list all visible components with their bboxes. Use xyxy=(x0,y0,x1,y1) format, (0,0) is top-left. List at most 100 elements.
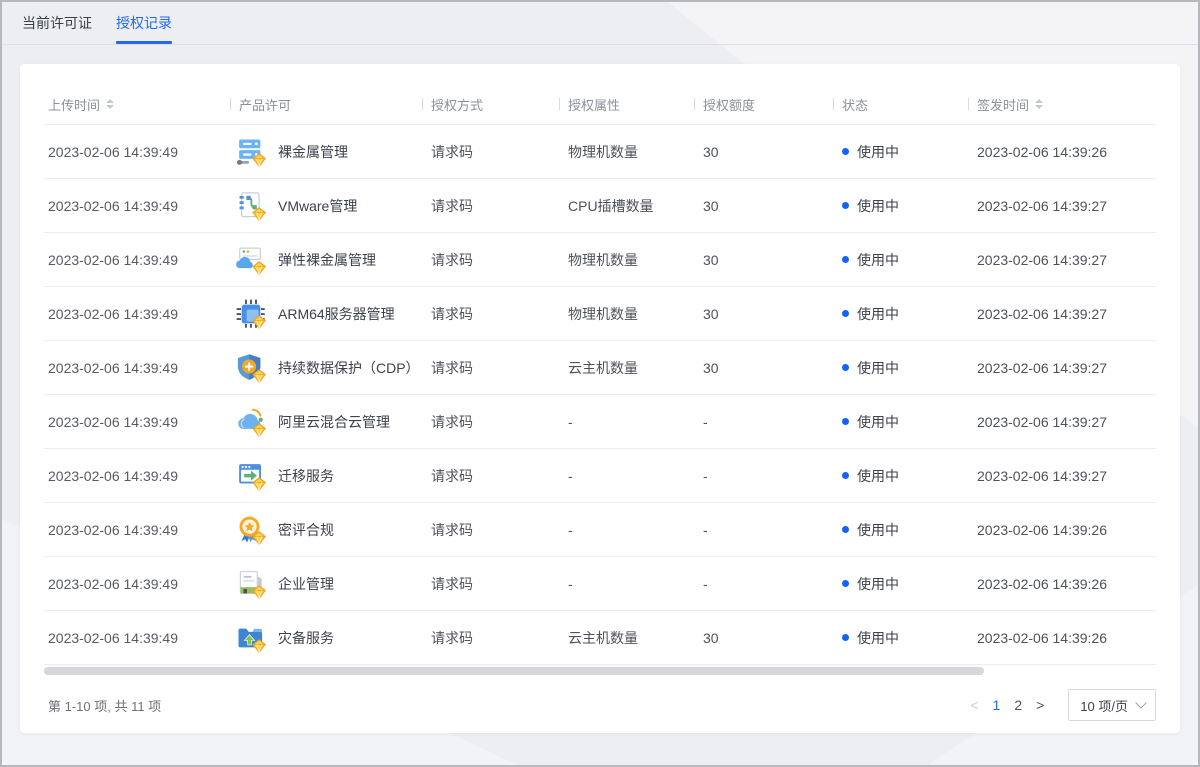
upload-time-cell: 2023-02-06 14:39:49 xyxy=(44,576,230,592)
auth-quota-cell: - xyxy=(694,576,833,592)
enterprise-management-icon xyxy=(236,569,266,599)
status-dot-icon xyxy=(842,148,849,155)
product-cell: 裸金属管理 xyxy=(230,137,422,167)
auth-attribute-cell: 云主机数量 xyxy=(559,358,694,378)
tab-authorization-records[interactable]: 授权记录 xyxy=(116,2,172,44)
status-label: 使用中 xyxy=(857,520,899,540)
migration-service-icon xyxy=(236,461,266,491)
status-cell: 使用中 xyxy=(833,250,968,270)
status-label: 使用中 xyxy=(857,574,899,594)
status-dot-icon xyxy=(842,472,849,479)
upload-time-cell: 2023-02-06 14:39:49 xyxy=(44,522,230,538)
status-label: 使用中 xyxy=(857,628,899,648)
upload-time-cell: 2023-02-06 14:39:49 xyxy=(44,630,230,646)
upload-time-cell: 2023-02-06 14:39:49 xyxy=(44,360,230,376)
auth-method-cell: 请求码 xyxy=(422,520,559,540)
product-name: 密评合规 xyxy=(278,520,334,540)
table-row: 2023-02-06 14:39:49ARM64服务器管理请求码物理机数量30使… xyxy=(44,287,1156,341)
product-cell: VMware管理 xyxy=(230,191,422,221)
hybrid-cloud-icon xyxy=(236,407,266,437)
vmware-management-icon xyxy=(236,191,266,221)
bare-metal-server-icon xyxy=(236,137,266,167)
status-cell: 使用中 xyxy=(833,412,968,432)
issue-time-cell: 2023-02-06 14:39:27 xyxy=(968,306,1156,322)
status-label: 使用中 xyxy=(857,466,899,486)
issue-time-cell: 2023-02-06 14:39:26 xyxy=(968,522,1156,538)
sort-icon[interactable] xyxy=(1035,99,1043,109)
upload-time-cell: 2023-02-06 14:39:49 xyxy=(44,252,230,268)
page-button-2[interactable]: 2 xyxy=(1014,697,1022,713)
status-dot-icon xyxy=(842,256,849,263)
upload-time-cell: 2023-02-06 14:39:49 xyxy=(44,414,230,430)
previous-page-button[interactable]: < xyxy=(970,698,978,712)
product-name: 灾备服务 xyxy=(278,628,334,648)
table-row: 2023-02-06 14:39:49持续数据保护（CDP）请求码云主机数量30… xyxy=(44,341,1156,395)
auth-method-cell: 请求码 xyxy=(422,466,559,486)
product-name: 阿里云混合云管理 xyxy=(278,412,390,432)
column-label: 授权额度 xyxy=(703,95,755,114)
product-cell: 持续数据保护（CDP） xyxy=(230,353,422,383)
auth-attribute-cell: 物理机数量 xyxy=(559,142,694,162)
product-cell: 弹性裸金属管理 xyxy=(230,245,422,275)
column-label: 签发时间 xyxy=(977,95,1029,114)
status-dot-icon xyxy=(842,634,849,641)
next-page-button[interactable]: > xyxy=(1036,698,1044,712)
column-header[interactable]: 签发时间 xyxy=(968,84,1156,124)
status-cell: 使用中 xyxy=(833,196,968,216)
arm64-server-chip-icon xyxy=(236,299,266,329)
gem-badge-icon xyxy=(253,261,265,273)
table-header: 上传时间产品许可 授权方式 授权属性 授权额度 状态 签发时间 xyxy=(44,84,1156,125)
table-row: 2023-02-06 14:39:49密评合规请求码--使用中2023-02-0… xyxy=(44,503,1156,557)
auth-quota-cell: 30 xyxy=(694,198,833,214)
column-label: 状态 xyxy=(842,95,868,114)
pager: < 12 > 10 项/页 xyxy=(970,689,1156,721)
column-header: 授权额度 xyxy=(694,84,833,124)
column-label: 授权属性 xyxy=(568,95,620,114)
status-label: 使用中 xyxy=(857,358,899,378)
pagination-pages: 12 xyxy=(993,697,1023,713)
status-label: 使用中 xyxy=(857,304,899,324)
upload-time-cell: 2023-02-06 14:39:49 xyxy=(44,198,230,214)
sort-icon[interactable] xyxy=(106,99,114,109)
tab-bar: 当前许可证授权记录 xyxy=(2,2,1198,45)
auth-attribute-cell: CPU插槽数量 xyxy=(559,196,694,216)
upload-time-cell: 2023-02-06 14:39:49 xyxy=(44,144,230,160)
issue-time-cell: 2023-02-06 14:39:26 xyxy=(968,576,1156,592)
issue-time-cell: 2023-02-06 14:39:27 xyxy=(968,468,1156,484)
table-row: 2023-02-06 14:39:49企业管理请求码--使用中2023-02-0… xyxy=(44,557,1156,611)
status-cell: 使用中 xyxy=(833,628,968,648)
product-cell: 阿里云混合云管理 xyxy=(230,407,422,437)
product-cell: 迁移服务 xyxy=(230,461,422,491)
auth-quota-cell: - xyxy=(694,414,833,430)
status-cell: 使用中 xyxy=(833,304,968,324)
issue-time-cell: 2023-02-06 14:39:26 xyxy=(968,630,1156,646)
status-label: 使用中 xyxy=(857,142,899,162)
column-header: 授权方式 xyxy=(422,84,559,124)
column-label: 产品许可 xyxy=(239,95,291,114)
table-row: 2023-02-06 14:39:49灾备服务请求码云主机数量30使用中2023… xyxy=(44,611,1156,665)
page-button-1[interactable]: 1 xyxy=(993,697,1001,713)
product-name: 迁移服务 xyxy=(278,466,334,486)
auth-attribute-cell: - xyxy=(559,414,694,430)
column-header: 授权属性 xyxy=(559,84,694,124)
status-cell: 使用中 xyxy=(833,574,968,594)
status-dot-icon xyxy=(842,580,849,587)
auth-attribute-cell: - xyxy=(559,522,694,538)
page-size-select[interactable]: 10 项/页 xyxy=(1068,689,1156,721)
auth-method-cell: 请求码 xyxy=(422,196,559,216)
scrollbar-thumb[interactable] xyxy=(44,667,984,675)
status-label: 使用中 xyxy=(857,196,899,216)
page-size-label: 10 项/页 xyxy=(1080,696,1128,715)
auth-quota-cell: 30 xyxy=(694,252,833,268)
status-dot-icon xyxy=(842,364,849,371)
status-cell: 使用中 xyxy=(833,466,968,486)
tab-current-license[interactable]: 当前许可证 xyxy=(22,2,92,44)
disaster-recovery-folder-icon xyxy=(236,623,266,653)
table-row: 2023-02-06 14:39:49裸金属管理请求码物理机数量30使用中202… xyxy=(44,125,1156,179)
column-header[interactable]: 上传时间 xyxy=(44,84,230,124)
status-dot-icon xyxy=(842,418,849,425)
product-cell: 灾备服务 xyxy=(230,623,422,653)
upload-time-cell: 2023-02-06 14:39:49 xyxy=(44,468,230,484)
crypto-compliance-medal-icon xyxy=(236,515,266,545)
column-label: 授权方式 xyxy=(431,95,483,114)
